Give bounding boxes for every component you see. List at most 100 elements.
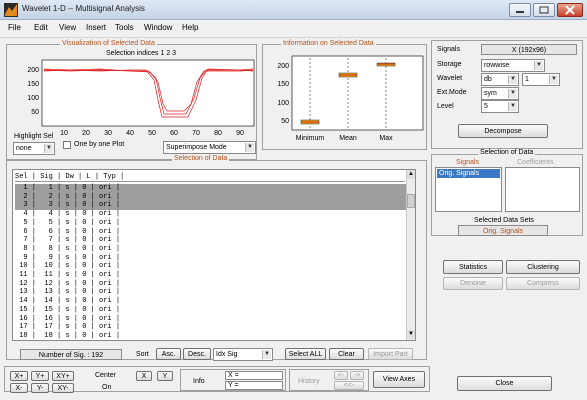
signals-listbox[interactable]: Orig. Signals xyxy=(435,167,502,212)
chevron-down-icon: ▼ xyxy=(262,350,271,359)
signal-y-tick: 150 xyxy=(27,81,39,88)
data-row[interactable]: 2 | 2 | s | 0 | ori | xyxy=(15,192,408,202)
signal-x-tick: 80 xyxy=(214,130,222,137)
extmode-dropdown[interactable]: sym ▼ xyxy=(481,87,519,100)
restore-icon xyxy=(539,6,549,14)
stats-x-label-max: Max xyxy=(379,135,393,142)
scroll-down-icon[interactable]: ▼ xyxy=(407,330,415,339)
data-listbox[interactable]: Sel | Sig | Dw | L | Typ | 1 | 1 | s | 0… xyxy=(12,169,416,341)
data-row[interactable]: 3 | 3 | s | 0 | ori | xyxy=(15,201,408,211)
minimize-button[interactable] xyxy=(509,3,531,17)
scroll-thumb[interactable] xyxy=(407,194,415,208)
signals-tab[interactable]: Signals xyxy=(456,159,479,166)
zoom-x-minus-button[interactable]: X- xyxy=(10,383,28,393)
storage-dropdown[interactable]: rowwise ▼ xyxy=(481,59,545,72)
history-forward-button[interactable]: -> xyxy=(350,371,364,380)
minimize-icon xyxy=(516,11,524,13)
sort-desc-button[interactable]: Desc. xyxy=(183,348,211,360)
stats-x-labels: Minimum Mean Max xyxy=(296,135,393,142)
select-all-button[interactable]: Select ALL xyxy=(285,348,326,360)
wavelet-family-value: db xyxy=(484,76,492,83)
stats-x-label-mean: Mean xyxy=(339,135,357,142)
level-dropdown[interactable]: 5 ▼ xyxy=(481,100,519,113)
data-row[interactable]: 16 | 16 | s | 0 | ori | xyxy=(15,315,408,324)
wavelet-order-value: 1 xyxy=(525,76,529,83)
history-label: History xyxy=(298,378,320,385)
title-bar: Wavelet 1-D -- Multisignal Analysis xyxy=(0,0,587,20)
data-row[interactable]: 11 | 11 | s | 0 | ori | xyxy=(15,271,408,280)
menu-insert[interactable]: Insert xyxy=(86,23,106,32)
data-row[interactable]: 17 | 17 | s | 0 | ori | xyxy=(15,323,408,332)
selected-data-panel-title: Selection of Data xyxy=(478,149,536,156)
zoom-xy-minus-button[interactable]: XY- xyxy=(52,383,74,393)
menu-window[interactable]: Window xyxy=(144,23,172,32)
data-row[interactable]: 9 | 9 | s | 0 | ori | xyxy=(15,254,408,263)
scroll-up-icon[interactable]: ▲ xyxy=(407,170,415,179)
signal-plot-y-ticks: 200 150 100 50 xyxy=(27,67,39,116)
data-row[interactable]: 4 | 4 | s | 0 | ori | xyxy=(15,210,408,219)
clustering-button[interactable]: Clustering xyxy=(506,260,580,274)
coefficients-tab[interactable]: Coefficients xyxy=(517,159,553,166)
sort-key-value: Idx Sig xyxy=(216,351,238,358)
import-part-button[interactable]: Import Part xyxy=(368,348,413,360)
one-by-one-checkbox[interactable] xyxy=(63,141,71,149)
sort-key-dropdown[interactable]: Idx Sig ▼ xyxy=(213,348,273,361)
history-back-button[interactable]: <- xyxy=(334,371,348,380)
history-reset-button[interactable]: <<- xyxy=(334,381,364,390)
data-row[interactable]: 12 | 12 | s | 0 | ori | xyxy=(15,280,408,289)
zoom-y-minus-button[interactable]: Y- xyxy=(31,383,49,393)
close-icon xyxy=(565,5,575,15)
data-row[interactable]: 7 | 7 | s | 0 | ori | xyxy=(15,236,408,245)
restore-button[interactable] xyxy=(533,3,555,17)
matlab-app-icon xyxy=(4,3,18,17)
wavelet-family-dropdown[interactable]: db ▼ xyxy=(481,73,519,86)
data-row[interactable]: 8 | 8 | s | 0 | ori | xyxy=(15,245,408,254)
signal-y-tick: 100 xyxy=(27,95,39,102)
vertical-scrollbar[interactable]: ▲ ▼ xyxy=(406,170,415,340)
close-window-button[interactable] xyxy=(557,3,583,17)
chevron-down-icon: ▼ xyxy=(508,102,517,111)
wavelet-order-dropdown[interactable]: 1 ▼ xyxy=(522,73,560,86)
data-row[interactable]: 1 | 1 | s | 0 | ori | xyxy=(15,184,408,193)
max-box xyxy=(376,62,396,67)
one-by-one-label: One by one Plot xyxy=(74,141,125,148)
menu-tools[interactable]: Tools xyxy=(115,23,134,32)
data-row[interactable]: 14 | 14 | s | 0 | ori | xyxy=(15,297,408,306)
signals-label: Signals xyxy=(437,46,460,53)
view-axes-button[interactable]: View Axes xyxy=(373,371,425,388)
number-of-signals-field: Number of Sig. : 192 xyxy=(20,349,122,360)
plot-mode-dropdown[interactable]: Superimpose Mode ▼ xyxy=(163,141,256,154)
decompose-button[interactable]: Decompose xyxy=(458,124,548,138)
orig-signals-item[interactable]: Orig. Signals xyxy=(437,169,500,178)
center-y-button[interactable]: Y xyxy=(157,371,173,381)
menu-file[interactable]: File xyxy=(8,23,21,32)
menu-edit[interactable]: Edit xyxy=(34,23,48,32)
data-row[interactable]: 15 | 15 | s | 0 | ori | xyxy=(15,306,408,315)
menu-help[interactable]: Help xyxy=(182,23,198,32)
chevron-down-icon: ▼ xyxy=(549,75,558,84)
window-title: Wavelet 1-D -- Multisignal Analysis xyxy=(22,4,145,13)
highlight-sel-dropdown[interactable]: none ▼ xyxy=(13,142,55,155)
data-row[interactable]: 10 | 10 | s | 0 | ori | xyxy=(15,262,408,271)
zoom-x-plus-button[interactable]: X+ xyxy=(10,371,28,381)
coefficients-listbox[interactable] xyxy=(505,167,580,212)
compress-button[interactable]: Compress xyxy=(506,277,580,290)
statistics-button[interactable]: Statistics xyxy=(443,260,503,274)
data-row[interactable]: 6 | 6 | s | 0 | ori | xyxy=(15,228,408,237)
clear-button[interactable]: Clear xyxy=(329,348,364,360)
data-row[interactable]: 5 | 5 | s | 0 | ori | xyxy=(15,219,408,228)
zoom-xy-plus-button[interactable]: XY+ xyxy=(52,371,74,381)
denoise-button[interactable]: Denoise xyxy=(443,277,503,290)
data-row[interactable]: 18 | 18 | s | 0 | ori | xyxy=(15,332,408,341)
signal-x-tick: 60 xyxy=(170,130,178,137)
sort-asc-button[interactable]: Asc. xyxy=(156,348,181,360)
stats-y-tick: 200 xyxy=(277,63,289,70)
y-coordinate-field: Y = xyxy=(225,381,283,390)
signal-y-tick: 200 xyxy=(27,67,39,74)
info-label: Info xyxy=(193,378,205,385)
zoom-y-plus-button[interactable]: Y+ xyxy=(31,371,49,381)
close-button[interactable]: Close xyxy=(457,376,552,391)
center-x-button[interactable]: X xyxy=(136,371,152,381)
menu-view[interactable]: View xyxy=(59,23,76,32)
data-row[interactable]: 13 | 13 | s | 0 | ori | xyxy=(15,288,408,297)
